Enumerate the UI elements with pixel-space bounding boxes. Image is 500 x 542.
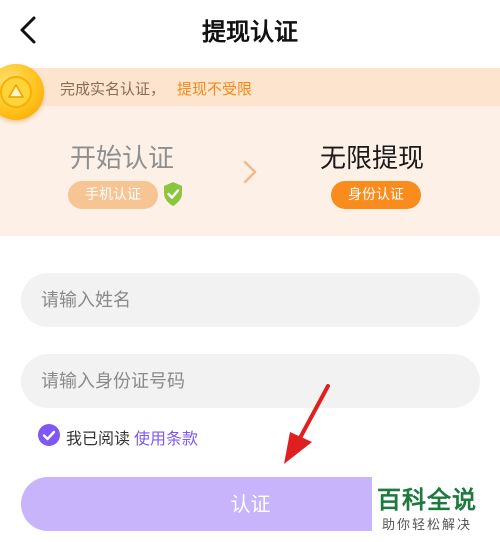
name-input[interactable] (21, 273, 480, 327)
step2-badge: 身份认证 (331, 181, 421, 209)
chevron-right-icon (243, 160, 257, 184)
agree-checkbox[interactable] (38, 424, 60, 446)
page-title: 提现认证 (202, 18, 298, 46)
check-icon (42, 430, 56, 441)
step1-title: 开始认证 (70, 144, 175, 174)
notice-bar: 完成实名认证， 提现不受限 (0, 68, 500, 106)
annotation-arrow-icon (284, 384, 330, 464)
id-number-field[interactable] (21, 354, 480, 408)
notice-highlight: 提现不受限 (177, 80, 253, 98)
header: 提现认证 (0, 0, 500, 62)
terms-link[interactable]: 使用条款 (134, 425, 198, 449)
notice-text: 完成实名认证， (60, 80, 166, 98)
watermark: 百科全说 助你轻松解决 (372, 474, 500, 542)
shield-check-icon (164, 182, 182, 206)
step1-badge: 手机认证 (68, 181, 158, 209)
watermark-subtitle: 助你轻松解决 (382, 518, 473, 533)
agree-label: 我已阅读 (66, 429, 131, 448)
name-field[interactable] (21, 273, 480, 327)
id-number-input[interactable] (21, 354, 480, 408)
step2-title: 无限提现 (320, 144, 425, 174)
verification-banner: 完成实名认证， 提现不受限 开始认证 手机认证 无限提现 身份认证 (0, 64, 500, 236)
watermark-title: 百科全说 (377, 486, 477, 514)
